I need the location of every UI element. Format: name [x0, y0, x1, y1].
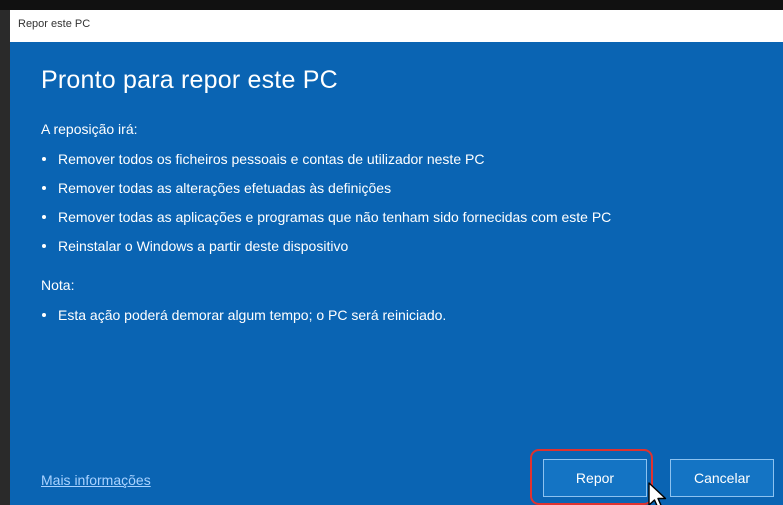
bullet-icon	[42, 157, 46, 161]
reset-button[interactable]: Repor	[543, 459, 647, 497]
window-titlebar: Repor este PC	[10, 10, 783, 43]
list-item-text: Reinstalar o Windows a partir deste disp…	[58, 238, 349, 254]
reset-section-label: A reposição irá:	[41, 121, 138, 137]
list-item: Remover todas as alterações efetuadas às…	[41, 179, 611, 208]
reset-dialog: Pronto para repor este PC A reposição ir…	[10, 42, 783, 505]
window-title: Repor este PC	[18, 18, 91, 30]
more-info-link[interactable]: Mais informações	[41, 472, 151, 488]
list-item-text: Remover todas as alterações efetuadas às…	[58, 180, 392, 196]
bullet-icon	[42, 313, 46, 317]
note-items-list: Esta ação poderá demorar algum tempo; o …	[41, 306, 446, 335]
note-label: Nota:	[41, 277, 75, 293]
cancel-button[interactable]: Cancelar	[670, 459, 774, 497]
list-item: Remover todos os ficheiros pessoais e co…	[41, 150, 611, 179]
reset-items-list: Remover todos os ficheiros pessoais e co…	[41, 150, 611, 266]
bullet-icon	[42, 244, 46, 248]
screen: Repor este PC Pronto para repor este PC …	[0, 0, 783, 505]
bullet-icon	[42, 215, 46, 219]
mouse-pointer-icon	[648, 482, 667, 505]
background-strip	[0, 0, 783, 10]
list-item: Esta ação poderá demorar algum tempo; o …	[41, 306, 446, 335]
bullet-icon	[42, 186, 46, 190]
list-item-text: Remover todos os ficheiros pessoais e co…	[58, 151, 485, 167]
list-item-text: Remover todas as aplicações e programas …	[58, 209, 612, 225]
dialog-heading: Pronto para repor este PC	[41, 66, 338, 94]
list-item: Reinstalar o Windows a partir deste disp…	[41, 237, 611, 266]
list-item-text: Esta ação poderá demorar algum tempo; o …	[58, 307, 447, 323]
list-item: Remover todas as aplicações e programas …	[41, 208, 611, 237]
